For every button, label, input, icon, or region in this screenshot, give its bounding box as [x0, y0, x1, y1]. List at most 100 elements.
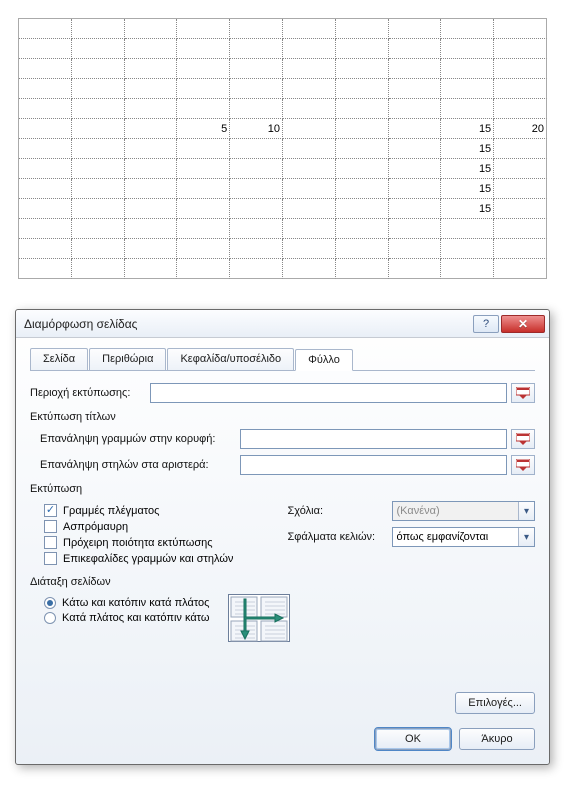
print-area-input[interactable]: [150, 383, 507, 403]
cell[interactable]: [230, 179, 283, 199]
cell[interactable]: [125, 199, 178, 219]
cell[interactable]: [177, 199, 230, 219]
cell[interactable]: [19, 139, 72, 159]
cell[interactable]: [72, 59, 125, 79]
cell[interactable]: [494, 39, 547, 59]
cell[interactable]: [177, 159, 230, 179]
cell[interactable]: [230, 139, 283, 159]
cell[interactable]: [19, 99, 72, 119]
cell[interactable]: [230, 99, 283, 119]
cell[interactable]: [125, 39, 178, 59]
cell[interactable]: [19, 119, 72, 139]
cell[interactable]: [494, 239, 547, 259]
cell[interactable]: [283, 179, 336, 199]
cell[interactable]: [441, 39, 494, 59]
order-down-over-radio[interactable]: Κάτω και κατόπιν κατά πλάτος: [44, 597, 220, 609]
cell[interactable]: [177, 139, 230, 159]
cell[interactable]: [283, 259, 336, 279]
cell[interactable]: [19, 219, 72, 239]
cell[interactable]: [19, 79, 72, 99]
cell[interactable]: [336, 159, 389, 179]
ok-button[interactable]: OK: [375, 728, 451, 750]
cell[interactable]: [336, 199, 389, 219]
cell[interactable]: [19, 159, 72, 179]
cell[interactable]: [177, 79, 230, 99]
cell[interactable]: [125, 79, 178, 99]
cell[interactable]: [72, 159, 125, 179]
cell-errors-select[interactable]: όπως εμφανίζονται: [392, 527, 536, 547]
collapse-dialog-icon[interactable]: [511, 383, 535, 403]
cell[interactable]: [125, 19, 178, 39]
cell[interactable]: [389, 99, 442, 119]
cell[interactable]: [72, 199, 125, 219]
cell[interactable]: [389, 259, 442, 279]
cell[interactable]: [494, 19, 547, 39]
cell[interactable]: [389, 179, 442, 199]
cell[interactable]: [389, 199, 442, 219]
cell[interactable]: 10: [230, 119, 283, 139]
cell[interactable]: [441, 219, 494, 239]
cell[interactable]: [72, 239, 125, 259]
cell[interactable]: [336, 179, 389, 199]
cell[interactable]: [494, 159, 547, 179]
cell[interactable]: 15: [441, 179, 494, 199]
tab-margins[interactable]: Περιθώρια: [89, 348, 166, 370]
bw-checkbox[interactable]: Ασπρόμαυρη: [44, 520, 278, 533]
cell[interactable]: 15: [441, 159, 494, 179]
comments-select[interactable]: (Κανένα): [392, 501, 536, 521]
headings-checkbox[interactable]: Επικεφαλίδες γραμμών και στηλών: [44, 552, 278, 565]
cell[interactable]: [494, 199, 547, 219]
cell[interactable]: 15: [441, 119, 494, 139]
cell[interactable]: 20: [494, 119, 547, 139]
cell[interactable]: [283, 239, 336, 259]
cell[interactable]: [441, 19, 494, 39]
cell[interactable]: [19, 19, 72, 39]
cell[interactable]: [389, 139, 442, 159]
cell[interactable]: [19, 199, 72, 219]
cell[interactable]: [389, 59, 442, 79]
cell[interactable]: [72, 19, 125, 39]
cell[interactable]: [72, 39, 125, 59]
cell[interactable]: [177, 99, 230, 119]
cell[interactable]: [283, 199, 336, 219]
cell[interactable]: [283, 99, 336, 119]
cell[interactable]: 5: [177, 119, 230, 139]
cell[interactable]: [336, 119, 389, 139]
cell[interactable]: [441, 79, 494, 99]
cell[interactable]: [72, 219, 125, 239]
cell[interactable]: [494, 139, 547, 159]
rows-repeat-input[interactable]: [240, 429, 507, 449]
cell[interactable]: 15: [441, 199, 494, 219]
cell[interactable]: [389, 159, 442, 179]
spreadsheet-grid[interactable]: 510152015151515: [18, 18, 547, 279]
cell[interactable]: [283, 139, 336, 159]
cell[interactable]: [336, 59, 389, 79]
cell[interactable]: [72, 179, 125, 199]
cell[interactable]: [19, 239, 72, 259]
cell[interactable]: [230, 79, 283, 99]
cell[interactable]: [125, 159, 178, 179]
collapse-dialog-icon[interactable]: [511, 429, 535, 449]
tab-header-footer[interactable]: Κεφαλίδα/υποσέλιδο: [167, 348, 294, 370]
cell[interactable]: [72, 259, 125, 279]
cell[interactable]: [389, 19, 442, 39]
cell[interactable]: [283, 119, 336, 139]
cell[interactable]: [230, 59, 283, 79]
cell[interactable]: [72, 79, 125, 99]
cell[interactable]: [230, 219, 283, 239]
cell[interactable]: [72, 139, 125, 159]
cell[interactable]: [19, 39, 72, 59]
cell[interactable]: [283, 59, 336, 79]
cell[interactable]: [441, 239, 494, 259]
close-button[interactable]: ✕: [501, 315, 545, 333]
cell[interactable]: [177, 219, 230, 239]
cell[interactable]: [125, 139, 178, 159]
cell[interactable]: [177, 39, 230, 59]
cell[interactable]: [125, 219, 178, 239]
cell[interactable]: [177, 179, 230, 199]
cell[interactable]: [283, 219, 336, 239]
collapse-dialog-icon[interactable]: [511, 455, 535, 475]
cell[interactable]: [494, 179, 547, 199]
cell[interactable]: [283, 39, 336, 59]
cell[interactable]: [389, 79, 442, 99]
